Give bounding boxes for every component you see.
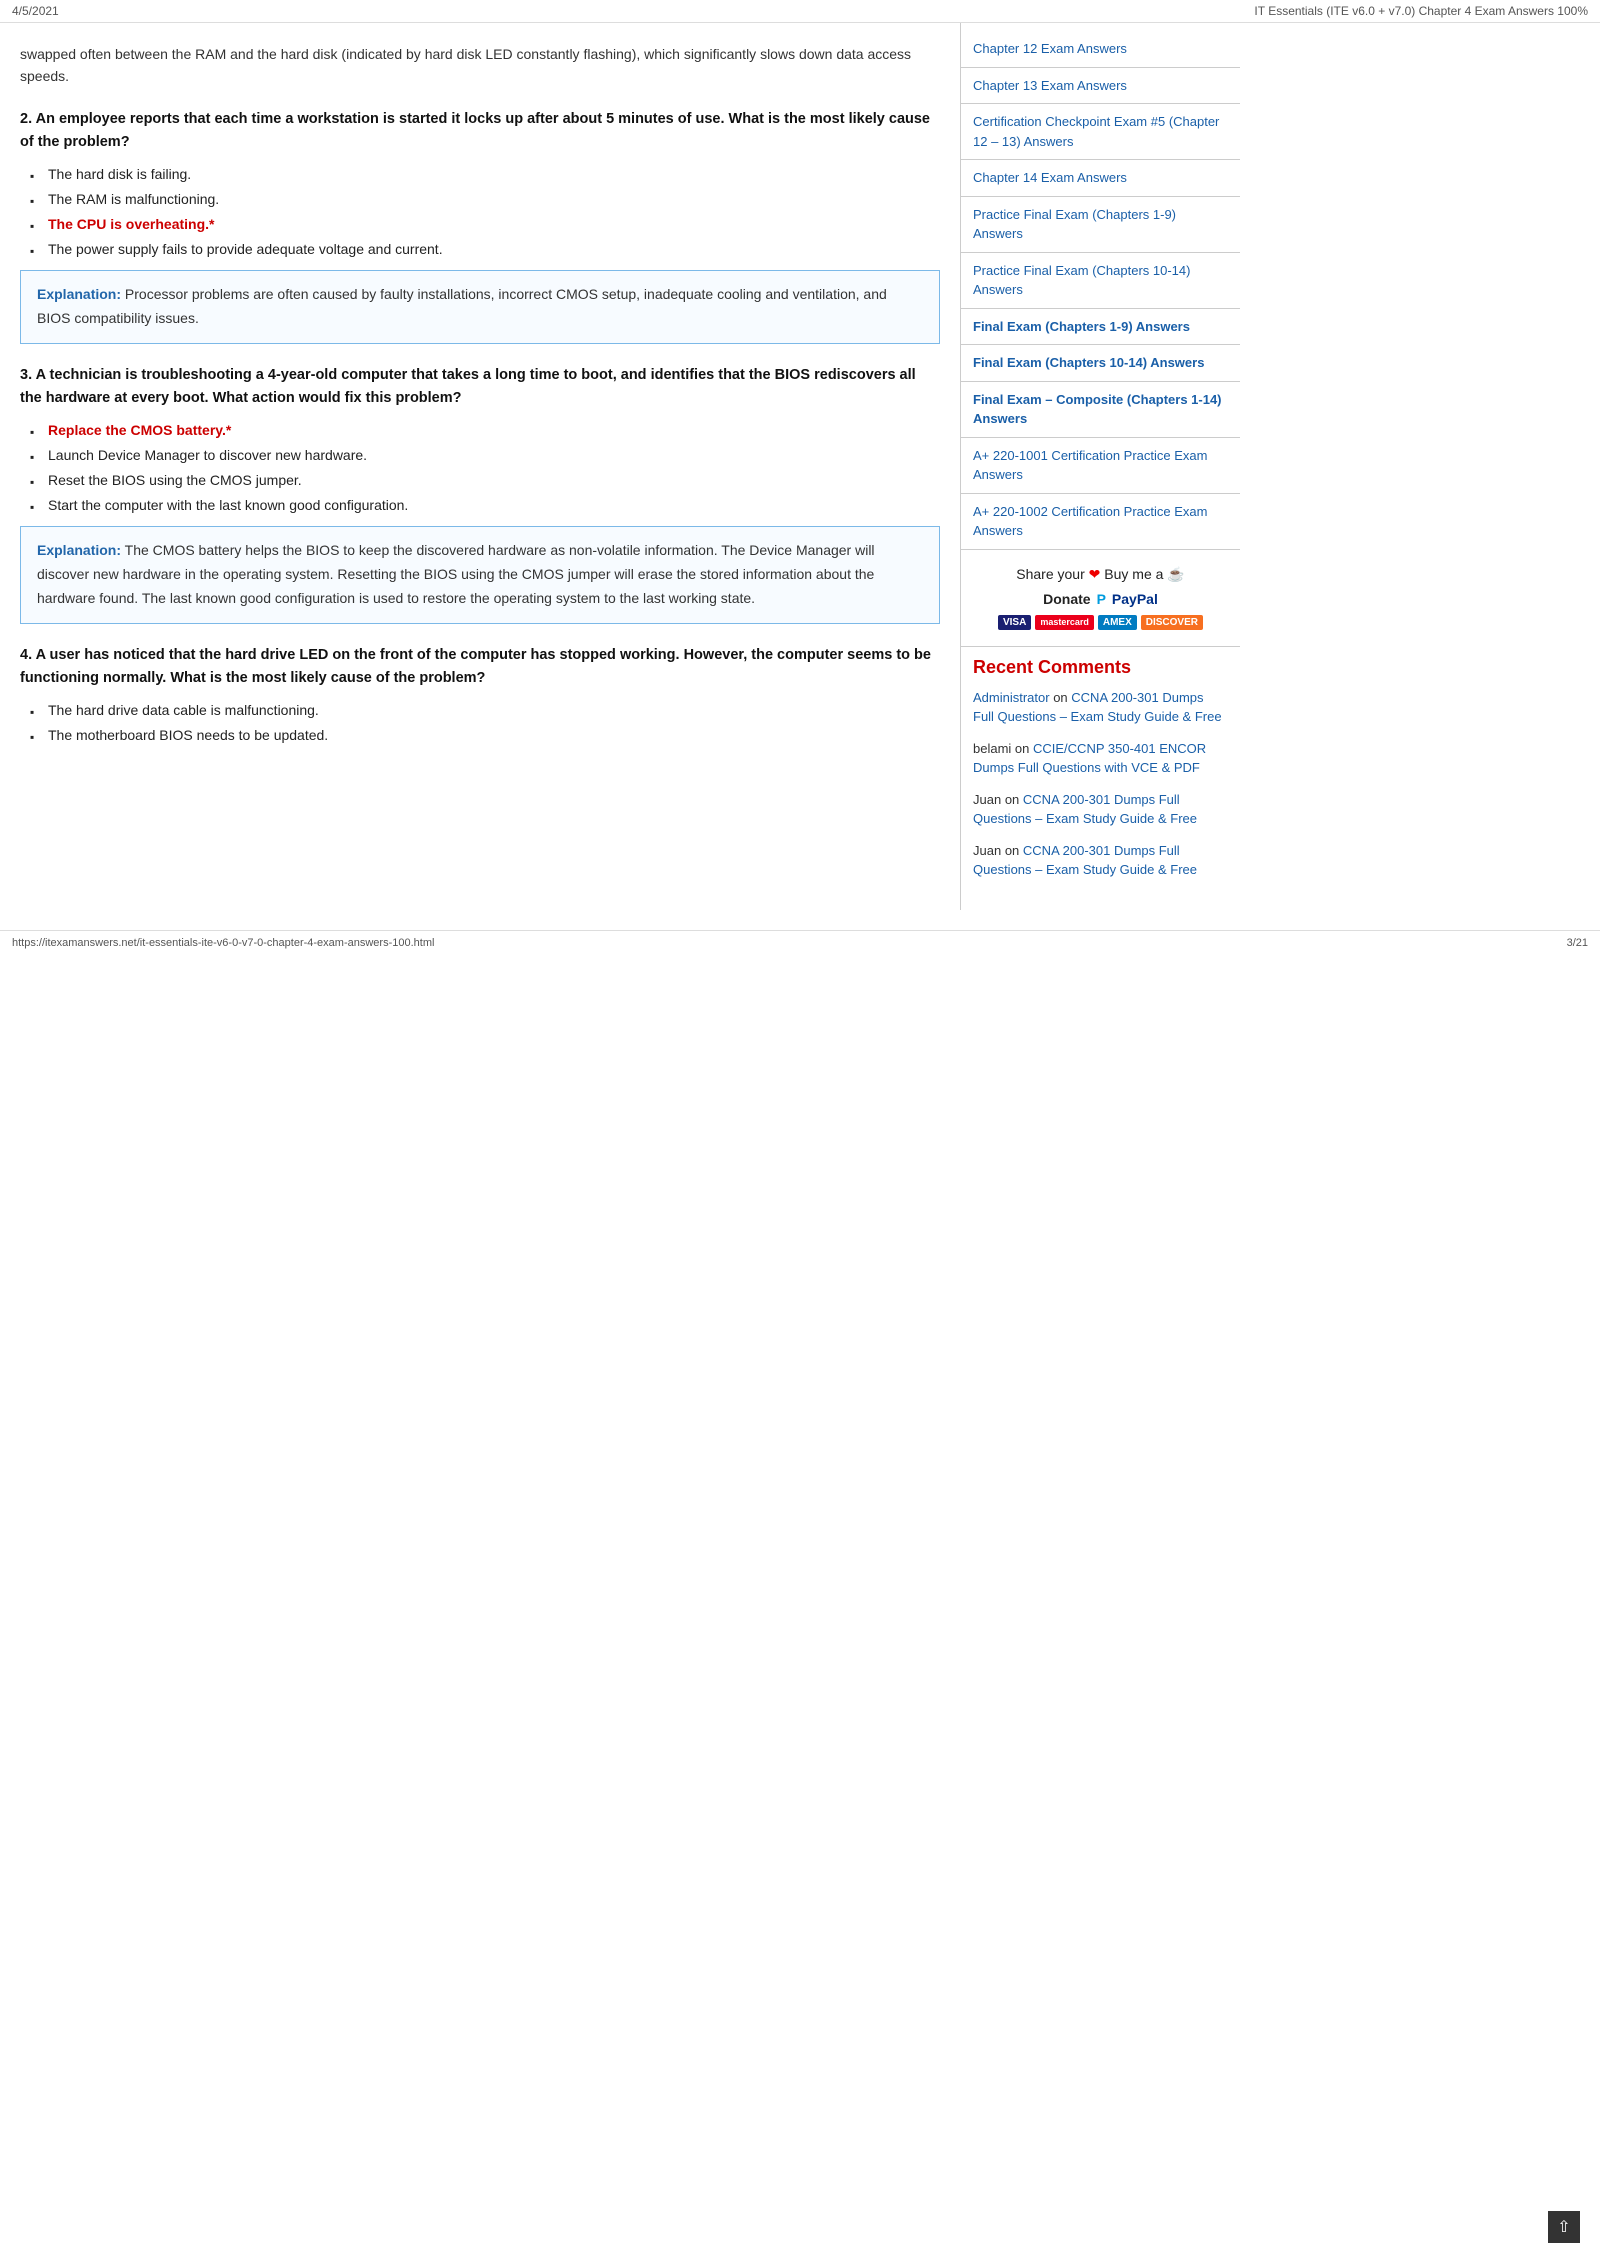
question-3-answers: ▪ Replace the CMOS battery.* ▪ Launch De…: [20, 420, 940, 516]
answer-2-3-correct: ▪ The CPU is overheating.*: [30, 214, 940, 235]
sidebar-item-ch13[interactable]: Chapter 13 Exam Answers: [961, 68, 1240, 105]
comment-3: Juan on CCNA 200-301 Dumps Full Question…: [973, 790, 1228, 829]
question-3-text: 3. A technician is troubleshooting a 4-y…: [20, 364, 940, 410]
sidebar-item-aplus-1001[interactable]: A+ 220-1001 Certification Practice Exam …: [961, 438, 1240, 494]
comment-2-connector: on: [1015, 741, 1033, 756]
discover-icon: DISCOVER: [1141, 615, 1203, 630]
share-donate-section: Share your ❤ Buy me a ☕ Donate P PayPal …: [961, 550, 1240, 647]
question-4-text: 4. A user has noticed that the hard driv…: [20, 644, 940, 690]
donate-row: Donate P PayPal: [973, 591, 1228, 607]
card-icons: VISA mastercard AMEX DISCOVER: [973, 615, 1228, 630]
sidebar-link-fe1-9[interactable]: Final Exam (Chapters 1-9) Answers: [973, 317, 1228, 337]
bullet-icon: ▪: [30, 242, 40, 260]
sidebar-item-pfe10-14[interactable]: Practice Final Exam (Chapters 10-14) Ans…: [961, 253, 1240, 309]
visa-icon: VISA: [998, 615, 1031, 630]
bullet-icon: ▪: [30, 703, 40, 721]
sidebar-link-aplus-1001[interactable]: A+ 220-1001 Certification Practice Exam …: [973, 446, 1228, 485]
date-label: 4/5/2021: [12, 4, 59, 18]
bullet-icon: ▪: [30, 728, 40, 746]
paypal-p-icon: P: [1097, 591, 1106, 607]
comment-1-connector: on: [1053, 690, 1071, 705]
sidebar-item-aplus-1002[interactable]: A+ 220-1002 Certification Practice Exam …: [961, 494, 1240, 550]
scroll-to-top-button[interactable]: ⇧: [1548, 2211, 1580, 2243]
sidebar-item-ch14[interactable]: Chapter 14 Exam Answers: [961, 160, 1240, 197]
bullet-icon: ▪: [30, 167, 40, 185]
page-layout: swapped often between the RAM and the ha…: [0, 23, 1600, 910]
answer-2-2: ▪ The RAM is malfunctioning.: [30, 189, 940, 210]
sidebar-link-cert5[interactable]: Certification Checkpoint Exam #5 (Chapte…: [973, 112, 1228, 151]
answer-3-1-correct: ▪ Replace the CMOS battery.*: [30, 420, 940, 441]
answer-3-4: ▪ Start the computer with the last known…: [30, 495, 940, 516]
answer-2-4: ▪ The power supply fails to provide adeq…: [30, 239, 940, 260]
share-label: Share your: [1016, 566, 1084, 582]
comment-1-author[interactable]: Administrator: [973, 690, 1050, 705]
sidebar-item-fe10-14[interactable]: Final Exam (Chapters 10-14) Answers: [961, 345, 1240, 382]
recent-comments-section: Recent Comments Administrator on CCNA 20…: [961, 647, 1240, 902]
comment-3-connector: on: [1005, 792, 1023, 807]
heart-icon: ❤: [1089, 566, 1101, 582]
answer-4-1: ▪ The hard drive data cable is malfuncti…: [30, 700, 940, 721]
sidebar-link-aplus-1002[interactable]: A+ 220-1002 Certification Practice Exam …: [973, 502, 1228, 541]
donate-label: Donate: [1043, 591, 1090, 607]
sidebar-item-ch12[interactable]: Chapter 12 Exam Answers: [961, 31, 1240, 68]
paypal-label: PayPal: [1112, 591, 1158, 607]
bullet-icon: ▪: [30, 473, 40, 491]
bullet-icon: ▪: [30, 217, 40, 235]
comment-4: Juan on CCNA 200-301 Dumps Full Question…: [973, 841, 1228, 880]
footer-url: https://itexamanswers.net/it-essentials-…: [12, 937, 434, 949]
answer-3-2: ▪ Launch Device Manager to discover new …: [30, 445, 940, 466]
footer-page: 3/21: [1567, 937, 1588, 949]
question-2-text: 2. An employee reports that each time a …: [20, 108, 940, 154]
page-title: IT Essentials (ITE v6.0 + v7.0) Chapter …: [1254, 4, 1588, 18]
sidebar-link-pfe10-14[interactable]: Practice Final Exam (Chapters 10-14) Ans…: [973, 261, 1228, 300]
intro-text: swapped often between the RAM and the ha…: [20, 39, 940, 92]
comment-3-author: Juan: [973, 792, 1001, 807]
sidebar-link-ch13[interactable]: Chapter 13 Exam Answers: [973, 76, 1228, 96]
footer-bar: https://itexamanswers.net/it-essentials-…: [0, 930, 1600, 955]
mastercard-icon: mastercard: [1035, 615, 1094, 630]
answer-3-3: ▪ Reset the BIOS using the CMOS jumper.: [30, 470, 940, 491]
comment-4-connector: on: [1005, 843, 1023, 858]
recent-comments-title: Recent Comments: [973, 657, 1228, 678]
sidebar-link-fe-composite[interactable]: Final Exam – Composite (Chapters 1-14) A…: [973, 390, 1228, 429]
comment-1: Administrator on CCNA 200-301 Dumps Full…: [973, 688, 1228, 727]
sidebar-item-pfe1-9[interactable]: Practice Final Exam (Chapters 1-9) Answe…: [961, 197, 1240, 253]
answer-2-1: ▪ The hard disk is failing.: [30, 164, 940, 185]
comment-2-author: belami: [973, 741, 1011, 756]
question-2-answers: ▪ The hard disk is failing. ▪ The RAM is…: [20, 164, 940, 260]
amex-icon: AMEX: [1098, 615, 1137, 630]
sidebar-link-fe10-14[interactable]: Final Exam (Chapters 10-14) Answers: [973, 353, 1228, 373]
comment-4-author: Juan: [973, 843, 1001, 858]
bullet-icon: ▪: [30, 423, 40, 441]
explanation-3-box: Explanation: The CMOS battery helps the …: [20, 526, 940, 623]
sidebar-link-pfe1-9[interactable]: Practice Final Exam (Chapters 1-9) Answe…: [973, 205, 1228, 244]
sidebar-item-fe-composite[interactable]: Final Exam – Composite (Chapters 1-14) A…: [961, 382, 1240, 438]
bullet-icon: ▪: [30, 192, 40, 210]
explanation-2-box: Explanation: Processor problems are ofte…: [20, 270, 940, 344]
question-2-block: 2. An employee reports that each time a …: [20, 108, 940, 344]
sidebar-link-ch14[interactable]: Chapter 14 Exam Answers: [973, 168, 1228, 188]
question-4-answers: ▪ The hard drive data cable is malfuncti…: [20, 700, 940, 746]
bullet-icon: ▪: [30, 448, 40, 466]
question-3-block: 3. A technician is troubleshooting a 4-y…: [20, 364, 940, 624]
sidebar-link-ch12[interactable]: Chapter 12 Exam Answers: [973, 39, 1228, 59]
answer-4-2: ▪ The motherboard BIOS needs to be updat…: [30, 725, 940, 746]
sidebar: Chapter 12 Exam Answers Chapter 13 Exam …: [960, 23, 1240, 910]
top-bar: 4/5/2021 IT Essentials (ITE v6.0 + v7.0)…: [0, 0, 1600, 23]
comment-2: belami on CCIE/CCNP 350-401 ENCOR Dumps …: [973, 739, 1228, 778]
bullet-icon: ▪: [30, 498, 40, 516]
coffee-icon: ☕: [1167, 566, 1184, 582]
share-row: Share your ❤ Buy me a ☕: [973, 566, 1228, 583]
sidebar-item-fe1-9[interactable]: Final Exam (Chapters 1-9) Answers: [961, 309, 1240, 346]
question-4-block: 4. A user has noticed that the hard driv…: [20, 644, 940, 746]
main-content: swapped often between the RAM and the ha…: [0, 23, 960, 910]
sidebar-item-cert5[interactable]: Certification Checkpoint Exam #5 (Chapte…: [961, 104, 1240, 160]
buy-label: Buy me a: [1104, 566, 1163, 582]
